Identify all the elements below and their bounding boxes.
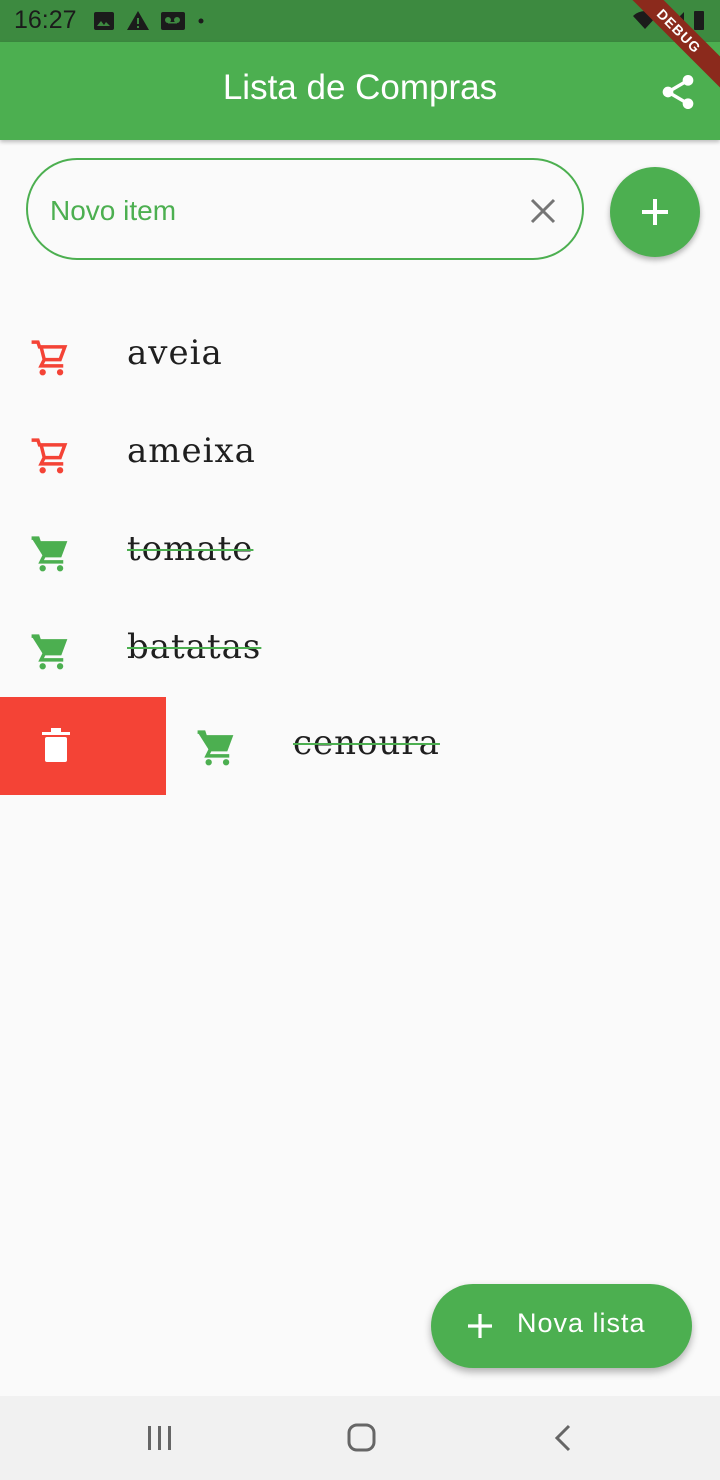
close-icon — [530, 198, 556, 224]
item-label: tomate — [127, 529, 254, 569]
list-item[interactable]: batatas — [0, 601, 720, 699]
plus-icon — [642, 199, 668, 225]
warning-icon — [127, 11, 149, 30]
share-icon — [662, 75, 694, 109]
list-item[interactable]: ameixa — [0, 405, 720, 503]
new-list-button[interactable]: Nova lista — [431, 1284, 692, 1368]
voicemail-icon — [161, 12, 185, 30]
add-item-button[interactable] — [610, 167, 700, 257]
shopping-cart-icon — [31, 340, 68, 376]
item-label: aveia — [127, 333, 223, 373]
swipe-row[interactable]: cenoura — [0, 697, 720, 795]
shopping-cart-icon — [31, 634, 68, 670]
new-item-input[interactable] — [48, 186, 512, 236]
dot-icon — [198, 18, 204, 24]
recent-apps-icon — [148, 1426, 171, 1450]
home-button[interactable] — [341, 1420, 381, 1456]
image-icon — [94, 12, 114, 30]
list-item[interactable]: tomate — [0, 503, 720, 601]
share-button[interactable] — [658, 72, 698, 112]
app-bar: Lista de Compras — [0, 42, 720, 140]
system-nav-bar — [0, 1396, 720, 1480]
item-label: batatas — [127, 627, 262, 667]
list-item[interactable]: cenoura — [166, 697, 720, 795]
notification-icons — [92, 9, 206, 33]
shopping-cart-icon — [31, 438, 68, 474]
recent-apps-button[interactable] — [140, 1420, 180, 1456]
delete-action[interactable] — [0, 697, 166, 795]
trash-icon — [42, 728, 70, 762]
new-item-field[interactable] — [26, 158, 584, 260]
back-button[interactable] — [544, 1420, 584, 1456]
new-list-label: Nova lista — [517, 1308, 646, 1338]
shopping-cart-icon — [31, 536, 68, 572]
status-bar: 16:27 — [0, 0, 720, 42]
home-icon — [347, 1423, 376, 1452]
item-label: ameixa — [127, 431, 256, 471]
page-title: Lista de Compras — [222, 68, 498, 107]
plus-icon — [468, 1314, 492, 1338]
back-icon — [554, 1424, 571, 1452]
status-time: 16:27 — [14, 6, 77, 34]
shopping-cart-icon — [197, 730, 234, 766]
list-item[interactable]: aveia — [0, 307, 720, 405]
item-label: cenoura — [293, 723, 440, 763]
clear-button[interactable] — [530, 198, 556, 224]
battery-icon — [694, 11, 704, 30]
